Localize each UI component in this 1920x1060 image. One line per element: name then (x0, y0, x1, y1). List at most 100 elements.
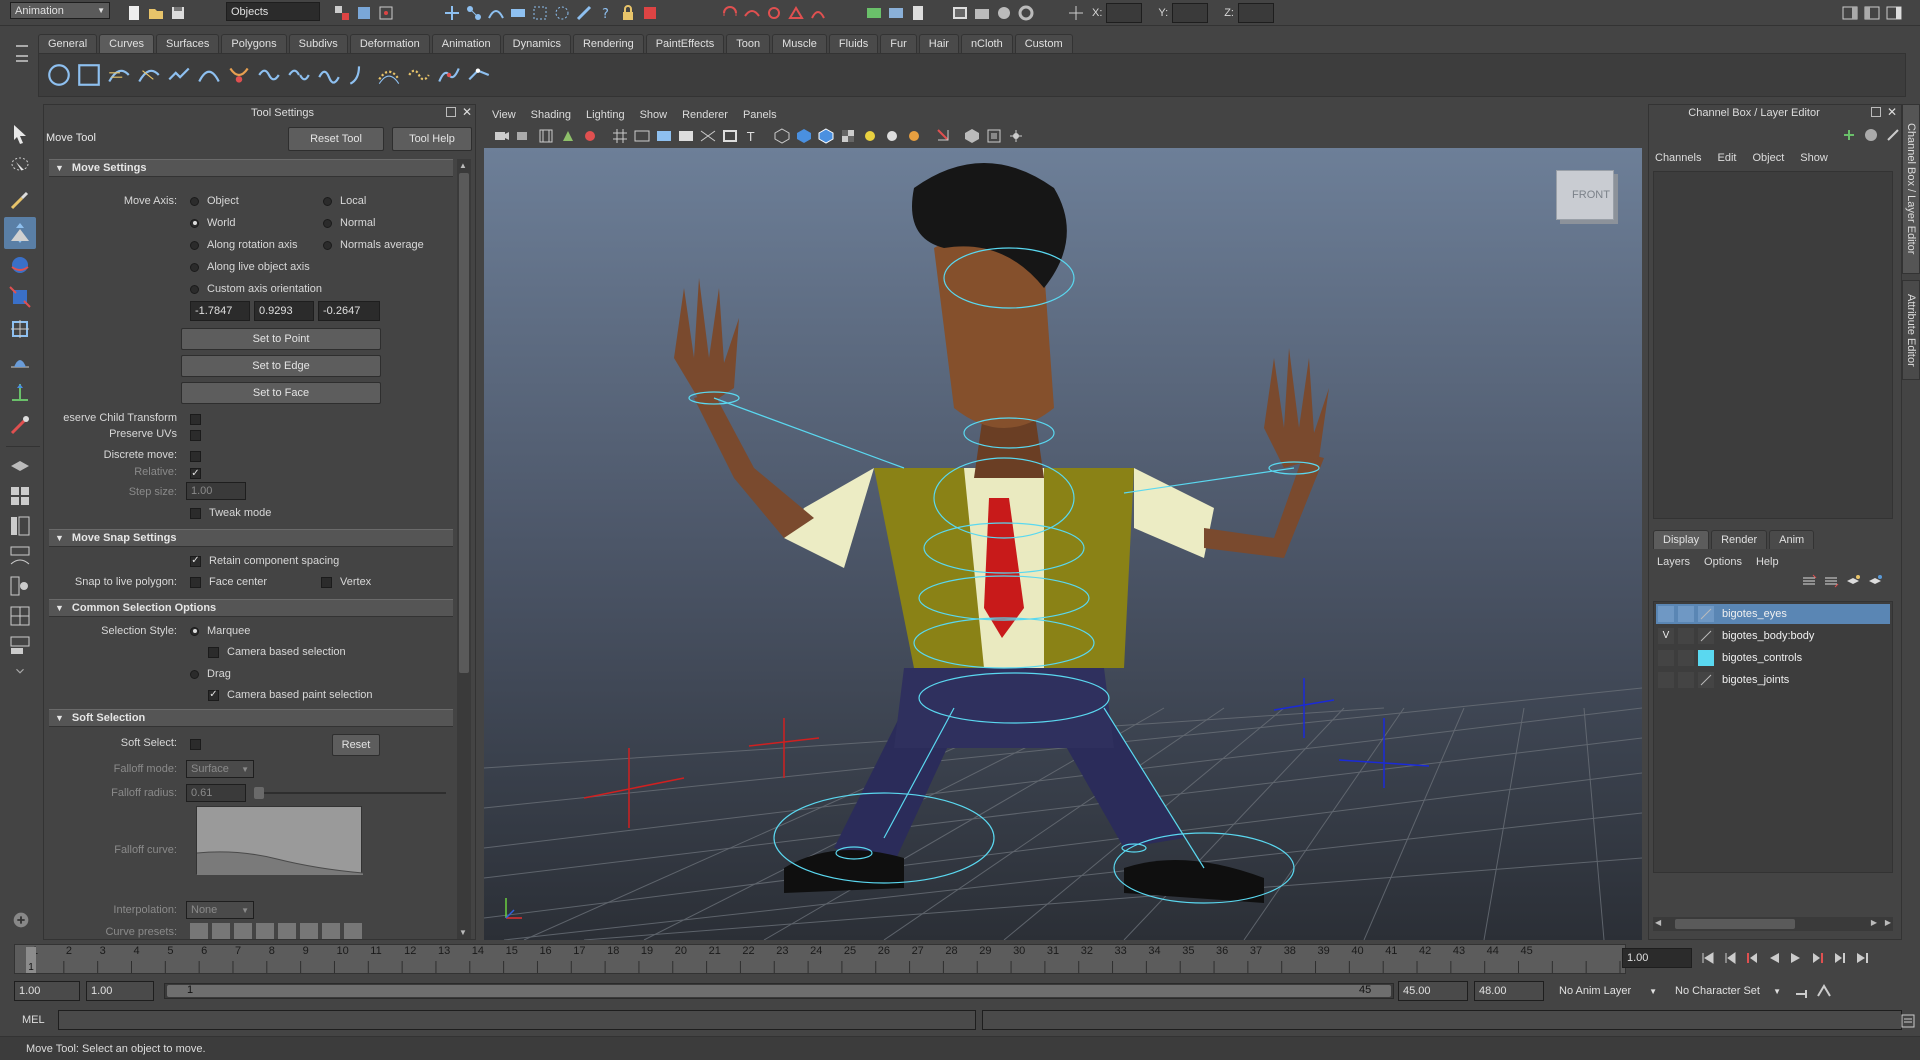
select-joints-icon[interactable] (464, 3, 484, 23)
shelf-tab-subdivs[interactable]: Subdivs (288, 33, 348, 53)
toggle-tool-settings-icon[interactable] (1862, 3, 1882, 23)
attach-curves-icon[interactable] (255, 60, 283, 90)
layer-type-toggle[interactable] (1678, 606, 1694, 622)
channel-menu-edit[interactable]: Edit (1717, 152, 1736, 164)
layer-menu-options[interactable]: Options (1704, 556, 1742, 568)
grid-toggle-icon[interactable] (610, 126, 630, 146)
animation-prefs-icon[interactable] (1814, 981, 1834, 1001)
pencil-curve-tool-icon[interactable] (165, 60, 193, 90)
falloff-radius-slider[interactable] (254, 787, 446, 799)
xray-components-icon[interactable] (1006, 126, 1026, 146)
layer-row[interactable]: bigotes_joints (1656, 670, 1890, 690)
move-tool-icon[interactable] (4, 217, 36, 249)
viewport-menu-renderer[interactable]: Renderer (682, 109, 728, 121)
shelf-tab-fur[interactable]: Fur (880, 33, 917, 53)
scale-tool-icon[interactable] (4, 281, 36, 313)
go-to-start-icon[interactable] (1698, 948, 1718, 968)
soft-select-checkbox[interactable] (190, 739, 201, 750)
key-selected-icon[interactable] (1839, 125, 1859, 145)
current-frame-field[interactable]: 1.00 (1622, 948, 1692, 968)
shadows-icon[interactable] (904, 126, 924, 146)
select-handles-icon[interactable] (442, 3, 462, 23)
save-scene-icon[interactable] (168, 3, 188, 23)
preset-4-icon[interactable] (256, 923, 274, 939)
axis-y-field[interactable]: 0.9293 (254, 301, 314, 321)
layer-color-swatch[interactable] (1698, 606, 1714, 622)
set-to-face-button[interactable]: Set to Face (181, 382, 381, 404)
select-camera-icon[interactable] (492, 126, 512, 146)
vertex-checkbox[interactable]: Vertex (321, 576, 371, 588)
viewport-menu-panels[interactable]: Panels (743, 109, 777, 121)
character-set-dropdown[interactable]: No Character Set ▼ (1670, 981, 1786, 1001)
playback-end-field[interactable]: 45.00 (1398, 981, 1468, 1001)
shelf-tab-surfaces[interactable]: Surfaces (155, 33, 220, 53)
lock-selection-icon[interactable] (618, 3, 638, 23)
channel-menu-channels[interactable]: Channels (1655, 152, 1701, 164)
axis-x-field[interactable]: -1.7847 (190, 301, 250, 321)
current-time-marker[interactable]: 1 (26, 947, 36, 973)
anim-start-field[interactable]: 1.00 (14, 981, 80, 1001)
revolve-icon[interactable] (225, 60, 253, 90)
ipr-render-icon[interactable] (994, 3, 1014, 23)
camera-based-selection-checkbox[interactable]: Camera based selection (208, 646, 346, 658)
shelf-tab-rendering[interactable]: Rendering (572, 33, 644, 53)
field-chart-icon[interactable] (698, 126, 718, 146)
axis-normal-radio[interactable]: Normal (323, 217, 375, 229)
rebuild-curve-icon[interactable] (435, 60, 463, 90)
interpolation-dropdown[interactable]: None ▼ (186, 901, 254, 919)
layer-type-toggle[interactable] (1678, 672, 1694, 688)
side-tab-channel-box[interactable]: Channel Box / Layer Editor (1902, 104, 1920, 274)
wireframe-on-shaded-icon[interactable] (816, 126, 836, 146)
soft-reset-button[interactable]: Reset (332, 734, 380, 756)
arc-tool-icon[interactable] (195, 60, 223, 90)
preset-1-icon[interactable] (190, 923, 208, 939)
shelf-tab-fluids[interactable]: Fluids (828, 33, 879, 53)
select-deformations-icon[interactable] (530, 3, 550, 23)
default-lighting-icon[interactable] (860, 126, 880, 146)
step-forward-icon[interactable] (1830, 948, 1850, 968)
select-curves-icon[interactable] (486, 3, 506, 23)
layer-row[interactable]: bigotes_controls (1656, 648, 1890, 668)
last-tool-icon[interactable] (4, 409, 36, 441)
layout-menu-icon[interactable] (4, 661, 36, 681)
layout-persp-graph-icon[interactable] (4, 541, 36, 571)
side-tab-attribute-editor[interactable]: Attribute Editor (1902, 280, 1920, 380)
step-back-key-icon[interactable] (1742, 948, 1762, 968)
falloff-mode-dropdown[interactable]: Surface ▼ (186, 760, 254, 778)
viewport-scene[interactable]: FRONT (484, 148, 1642, 940)
axis-custom-radio[interactable]: Custom axis orientation (190, 283, 322, 295)
preset-3-icon[interactable] (234, 923, 252, 939)
select-rendering-icon[interactable] (574, 3, 594, 23)
anim-end-field[interactable]: 48.00 (1474, 981, 1544, 1001)
shelf-tab-polygons[interactable]: Polygons (221, 33, 287, 53)
step-forward-key-icon[interactable] (1808, 948, 1828, 968)
resolution-gate-icon[interactable] (654, 126, 674, 146)
smooth-shade-icon[interactable] (794, 126, 814, 146)
wireframe-icon[interactable] (772, 126, 792, 146)
range-slider[interactable]: 1 45 (164, 983, 1394, 999)
command-input[interactable] (58, 1010, 976, 1030)
layer-color-swatch[interactable] (1698, 628, 1714, 644)
range-slider-bar[interactable] (167, 985, 1391, 997)
input-ops-icon[interactable] (864, 3, 884, 23)
cv-curve-tool-icon[interactable] (105, 60, 133, 90)
layout-persp-hypershade-icon[interactable] (4, 571, 36, 601)
viewport-menu-shading[interactable]: Shading (531, 109, 571, 121)
snap-point-icon[interactable] (764, 3, 784, 23)
close-panel-icon[interactable]: ✕ (462, 105, 472, 119)
auto-key-icon[interactable] (1792, 981, 1812, 1001)
render-current-icon[interactable] (972, 3, 992, 23)
add-points-tool-icon[interactable] (465, 60, 493, 90)
soft-selection-header[interactable]: ▼ Soft Selection (49, 709, 453, 727)
preset-8-icon[interactable] (344, 923, 362, 939)
output-ops-icon[interactable] (886, 3, 906, 23)
channel-slider-icon[interactable] (1883, 125, 1903, 145)
layer-tab-render[interactable]: Render (1711, 529, 1768, 549)
select-misc-icon[interactable]: ? (596, 3, 616, 23)
layer-tab-anim[interactable]: Anim (1769, 529, 1815, 549)
lasso-tool-icon[interactable] (4, 149, 36, 183)
common-selection-header[interactable]: ▼ Common Selection Options (49, 599, 453, 617)
viewport-menu-view[interactable]: View (492, 109, 516, 121)
preset-5-icon[interactable] (278, 923, 296, 939)
float-panel-icon[interactable] (1871, 107, 1881, 117)
